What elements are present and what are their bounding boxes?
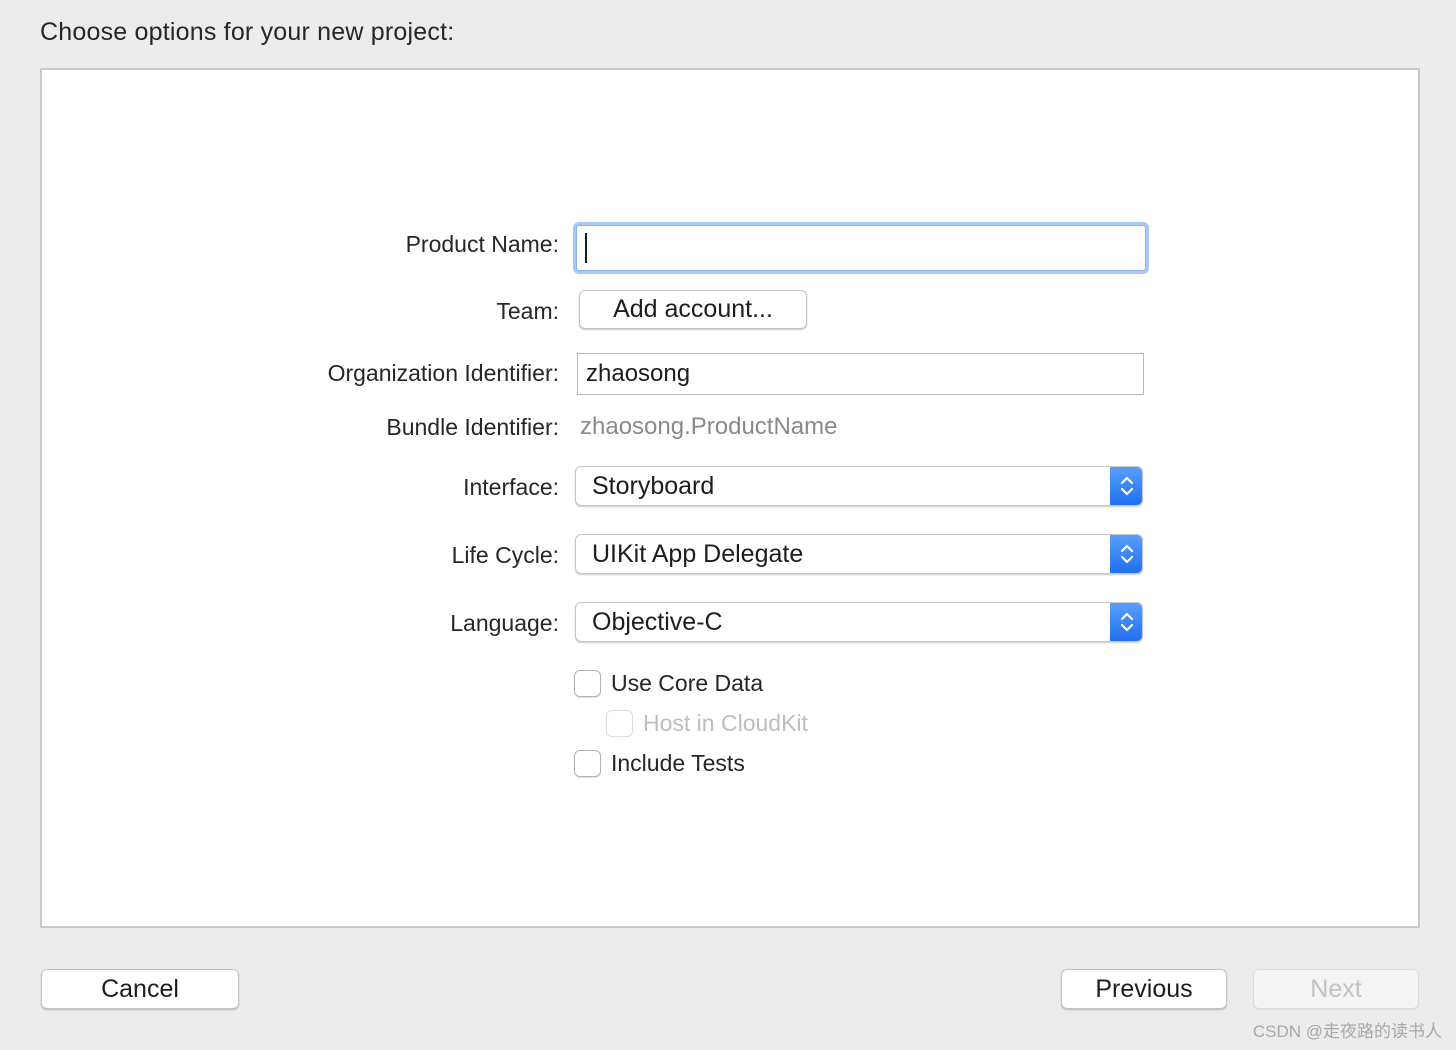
add-account-button[interactable]: Add account... xyxy=(579,290,807,329)
include-tests-label: Include Tests xyxy=(611,750,745,776)
checkbox-box xyxy=(606,710,633,737)
life-cycle-label: Life Cycle: xyxy=(451,542,559,568)
checkbox-box[interactable] xyxy=(574,750,601,777)
host-in-cloudkit-checkbox: Host in CloudKit xyxy=(606,710,808,737)
watermark: CSDN @走夜路的读书人 xyxy=(1252,1022,1442,1041)
checkbox-box[interactable] xyxy=(574,670,601,697)
include-tests-checkbox[interactable]: Include Tests xyxy=(574,750,745,777)
language-label: Language: xyxy=(450,610,559,636)
organization-identifier-value: zhaosong xyxy=(586,360,691,387)
previous-button[interactable]: Previous xyxy=(1061,969,1227,1009)
new-project-options-dialog: Choose options for your new project: Pro… xyxy=(0,0,1456,1050)
bundle-identifier-value: zhaosong.ProductName xyxy=(580,413,838,440)
bundle-identifier-label: Bundle Identifier: xyxy=(386,414,559,440)
use-core-data-label: Use Core Data xyxy=(611,670,764,696)
team-label: Team: xyxy=(496,298,559,324)
cancel-button[interactable]: Cancel xyxy=(41,969,239,1009)
language-popup[interactable]: Objective-C xyxy=(575,602,1143,642)
interface-selected: Storyboard xyxy=(592,471,715,500)
interface-label: Interface: xyxy=(463,474,559,500)
product-name-label: Product Name: xyxy=(405,231,559,257)
product-name-input[interactable] xyxy=(576,225,1146,271)
options-panel: Product Name: Team: Add account... Organ… xyxy=(40,68,1420,928)
chevron-up-down-icon xyxy=(1110,535,1142,573)
organization-identifier-label: Organization Identifier: xyxy=(327,360,559,386)
chevron-up-down-icon xyxy=(1110,603,1142,641)
life-cycle-popup[interactable]: UIKit App Delegate xyxy=(575,534,1143,574)
life-cycle-selected: UIKit App Delegate xyxy=(592,539,804,568)
language-selected: Objective-C xyxy=(592,607,723,636)
organization-identifier-input[interactable]: zhaosong xyxy=(577,353,1144,395)
text-caret xyxy=(585,233,587,263)
use-core-data-checkbox[interactable]: Use Core Data xyxy=(574,670,763,697)
dialog-heading: Choose options for your new project: xyxy=(40,18,455,46)
interface-popup[interactable]: Storyboard xyxy=(575,466,1143,506)
chevron-up-down-icon xyxy=(1110,467,1142,505)
next-button[interactable]: Next xyxy=(1253,969,1419,1009)
host-in-cloudkit-label: Host in CloudKit xyxy=(643,710,808,736)
